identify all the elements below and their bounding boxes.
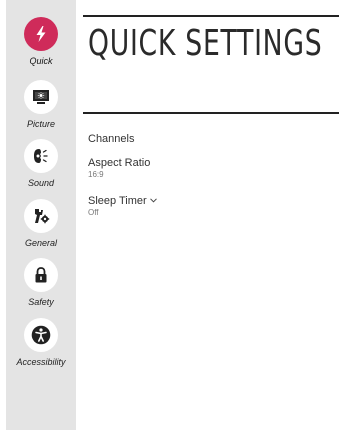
sidebar-item-quick[interactable]: Quick [6,17,76,73]
setting-label: Channels [88,133,135,145]
chevron-down-icon [149,195,157,205]
sidebar-item-label: Sound [27,178,55,188]
picture-icon [24,80,58,114]
sound-icon [24,139,58,173]
sidebar-item-sound[interactable]: Sound [6,139,76,195]
quick-settings-panel: Quick Picture Sound General Safety Acces… [6,0,341,430]
settings-sidebar: Quick Picture Sound General Safety Acces… [6,0,76,430]
setting-value: 16:9 [88,170,104,179]
accessibility-icon [24,318,58,352]
general-icon [24,199,58,233]
setting-label-row: Sleep Timer [88,195,157,207]
setting-label: Sleep Timer [88,195,147,207]
sidebar-item-label: General [24,238,58,248]
lightning-icon [24,17,58,51]
setting-value: Off [88,208,99,217]
lock-icon [24,258,58,292]
setting-channels[interactable]: Channels [88,133,134,145]
setting-label: Aspect Ratio [88,157,151,169]
setting-aspect-ratio[interactable]: Aspect Ratio 16:9 [88,157,150,179]
sidebar-item-general[interactable]: General [6,199,76,255]
sidebar-item-safety[interactable]: Safety [6,258,76,314]
sidebar-item-label: Accessibility [16,357,66,367]
sidebar-item-picture[interactable]: Picture [6,80,76,136]
sidebar-item-label: Safety [28,297,54,307]
sidebar-item-label: Picture [26,119,55,129]
setting-sleep-timer[interactable]: Sleep Timer Off [88,195,157,217]
page-title: QUICK SETTINGS [88,23,323,64]
title-divider [83,112,339,114]
top-divider [83,15,339,17]
sidebar-item-accessibility[interactable]: Accessibility [6,318,76,374]
sidebar-item-label: Quick [29,56,53,66]
